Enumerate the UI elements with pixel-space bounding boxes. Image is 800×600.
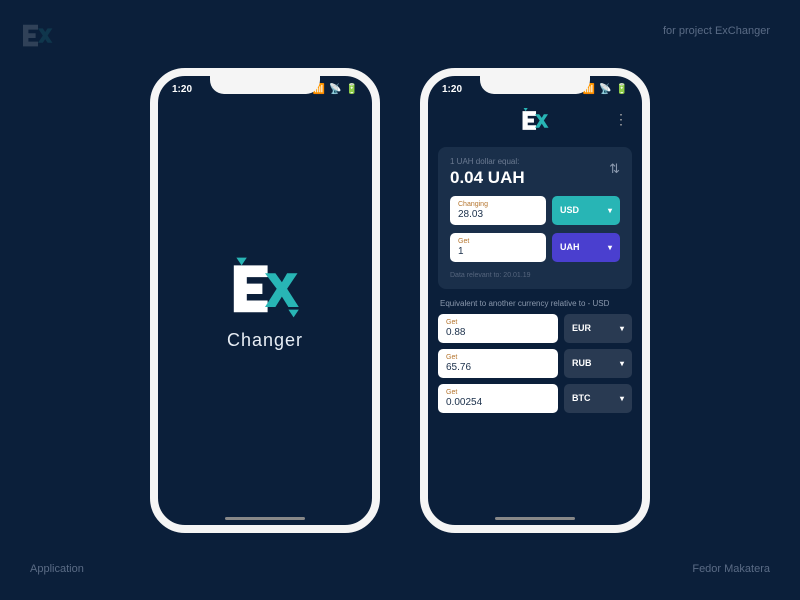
equiv-currency-select[interactable]: RUB ▾	[564, 349, 632, 378]
chevron-down-icon: ▾	[608, 243, 612, 252]
equiv-label: Get	[446, 389, 550, 396]
status-time: 1:20	[442, 84, 462, 95]
equiv-label: Get	[446, 319, 550, 326]
equiv-value: 65.76	[446, 362, 550, 373]
currency-code: RUB	[572, 358, 592, 368]
changing-label: Changing	[458, 201, 538, 208]
equiv-row: Get 65.76 RUB ▾	[438, 349, 632, 378]
type-label: Application	[30, 563, 84, 575]
get-value: 1	[458, 246, 538, 257]
currency-code: EUR	[572, 323, 591, 333]
phone-exchange: 1:20 📶 📡 🔋 ⋮ 1 UAH dollar equal: 0.04 UA…	[420, 68, 650, 533]
author-label: Fedor Makatera	[692, 563, 770, 575]
data-relevance-note: Data relevant to: 20.01.19	[450, 272, 620, 279]
chevron-down-icon: ▾	[620, 394, 624, 403]
home-indicator[interactable]	[495, 517, 575, 520]
wifi-icon: 📡	[329, 84, 341, 95]
rate-label: 1 UAH dollar equal:	[450, 157, 620, 166]
currency-code: BTC	[572, 393, 591, 403]
chevron-down-icon: ▾	[620, 324, 624, 333]
currency-code: USD	[560, 205, 579, 215]
equiv-row: Get 0.00254 BTC ▾	[438, 384, 632, 413]
currency-code: UAH	[560, 242, 580, 252]
equiv-input[interactable]: Get 65.76	[438, 349, 558, 378]
swap-icon[interactable]: ⇅	[609, 161, 620, 177]
equiv-value: 0.00254	[446, 397, 550, 408]
equiv-row: Get 0.88 EUR ▾	[438, 314, 632, 343]
equiv-currency-select[interactable]: EUR ▾	[564, 314, 632, 343]
phone-notch	[480, 76, 590, 94]
phone-splash: 1:20 📶 📡 🔋 Changer	[150, 68, 380, 533]
equiv-input[interactable]: Get 0.00254	[438, 384, 558, 413]
phone-notch	[210, 76, 320, 94]
get-input[interactable]: Get 1	[450, 233, 546, 262]
wifi-icon: 📡	[599, 84, 611, 95]
get-label: Get	[458, 238, 538, 245]
home-indicator[interactable]	[225, 517, 305, 520]
changing-value: 28.03	[458, 209, 538, 220]
app-name: Changer	[227, 330, 303, 351]
chevron-down-icon: ▾	[620, 359, 624, 368]
battery-icon: 🔋	[346, 84, 358, 95]
corner-logo	[20, 20, 56, 55]
rate-value: 0.04 UAH	[450, 168, 620, 188]
app-logo-icon	[225, 255, 305, 320]
header-logo-icon	[519, 107, 551, 133]
changing-input[interactable]: Changing 28.03	[450, 196, 546, 225]
changing-currency-select[interactable]: USD ▾	[552, 196, 620, 225]
equiv-label: Get	[446, 354, 550, 361]
status-time: 1:20	[172, 84, 192, 95]
conversion-card: 1 UAH dollar equal: 0.04 UAH ⇅ Changing …	[438, 147, 632, 289]
equiv-currency-select[interactable]: BTC ▾	[564, 384, 632, 413]
equiv-value: 0.88	[446, 327, 550, 338]
project-label: for project ExChanger	[663, 25, 770, 37]
battery-icon: 🔋	[616, 84, 628, 95]
equivalent-section-label: Equivalent to another currency relative …	[440, 299, 630, 308]
menu-button[interactable]: ⋮	[614, 111, 628, 128]
chevron-down-icon: ▾	[608, 206, 612, 215]
get-currency-select[interactable]: UAH ▾	[552, 233, 620, 262]
equiv-input[interactable]: Get 0.88	[438, 314, 558, 343]
